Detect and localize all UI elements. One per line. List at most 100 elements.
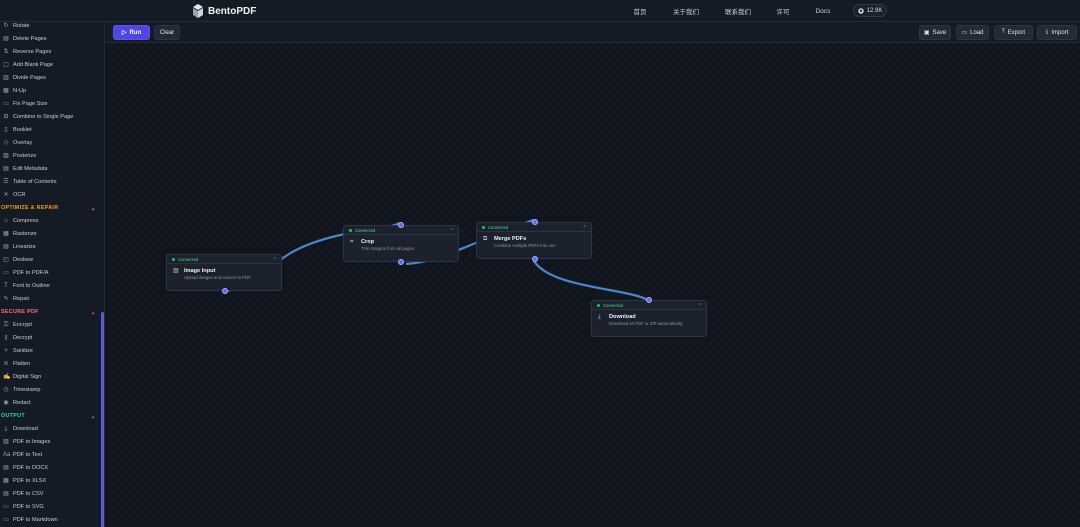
sidebar-item-label: Font to Outline (13, 283, 50, 289)
sidebar-tool-item[interactable]: ▭ PDF to PDF/A (0, 267, 100, 279)
sidebar-tool-item[interactable]: ⤓ Download (0, 423, 100, 435)
tool-icon: ⊟ (3, 114, 9, 120)
sidebar-tool-item[interactable]: ☰ Table of Contents (0, 176, 100, 188)
download-icon: ⤓ (1045, 29, 1049, 35)
close-icon[interactable]: × (273, 256, 276, 262)
output-port[interactable] (532, 256, 538, 262)
sidebar-tool-item[interactable]: ▤ Delete Pages (0, 33, 100, 45)
sidebar-item-label: Fix Page Size (13, 101, 48, 107)
save-button[interactable]: ▣ Save (919, 25, 951, 40)
close-icon[interactable]: × (450, 227, 453, 233)
sidebar-tool-item[interactable]: ▤ Linearize (0, 241, 100, 253)
tool-icon: ✍ (3, 374, 11, 380)
close-icon[interactable]: × (698, 302, 701, 308)
sidebar-tool-item[interactable]: ≋ Flatten (0, 358, 100, 370)
sidebar-item-label: Download (13, 426, 38, 432)
nav-about[interactable]: 关于我们 (673, 6, 699, 16)
category-title: SECURE PDF (1, 309, 39, 315)
sidebar-tool-item[interactable]: ◉ Redact (0, 397, 100, 409)
sidebar-item-label: PDF to DOCX (13, 465, 49, 471)
sidebar-tool-item[interactable]: ▤ PDF to DOCX (0, 462, 100, 474)
input-port[interactable] (532, 219, 538, 225)
nav-contact[interactable]: 联系我们 (725, 6, 751, 16)
output-port[interactable] (398, 259, 404, 265)
sidebar-item-label: OCR (13, 192, 26, 198)
category-secure-pdf[interactable]: SECURE PDF ⌄ (0, 306, 100, 318)
sidebar-tool-item[interactable]: ▨ Posterize (0, 150, 100, 162)
sidebar-tool-item[interactable]: ✕ OCR (0, 189, 100, 201)
sidebar-tool-item[interactable]: ◰ Deskew (0, 254, 100, 266)
close-icon[interactable]: × (583, 224, 586, 230)
play-icon: ▷ (121, 30, 127, 36)
sidebar-tool-item[interactable]: ▦ PDF to XLSX (0, 475, 100, 487)
sidebar-tool-item[interactable]: ▭ PDF to SVG (0, 501, 100, 513)
sidebar-tool-item[interactable]: ▯ Booklet (0, 124, 100, 136)
sidebar-tool-item[interactable]: ◷ Timestamp (0, 384, 100, 396)
category-output[interactable]: OUTPUT ⌄ (0, 410, 100, 422)
tool-icon: ▦ (3, 231, 9, 237)
tool-icon: ◉ (3, 400, 9, 406)
main-nav: 首页 关于我们 联系我们 许可 Docs (0, 0, 1080, 22)
image-icon: ▨ (173, 268, 179, 274)
sidebar-tool-item[interactable]: ▢ Add Blank Page (0, 59, 100, 71)
tool-icon: ▭ (3, 517, 9, 523)
sidebar-tool-item[interactable]: T Font to Outline (0, 280, 100, 292)
node-merge-pdfs[interactable]: Connected × ⧉ Merge PDFs Combine multipl… (476, 219, 592, 262)
sidebar-tool-item[interactable]: ⚷ Decrypt (0, 332, 100, 344)
sidebar-tool-item[interactable]: ⌂ Compress (0, 215, 100, 227)
sidebar-tool-item[interactable]: ▦ N-Up (0, 85, 100, 97)
nav-license[interactable]: 许可 (777, 6, 790, 16)
sidebar-tool-item[interactable]: ▭ PDF to Markdown (0, 514, 100, 526)
sidebar-tool-item[interactable]: ▦ Rasterize (0, 228, 100, 240)
sidebar-tool-item[interactable]: ⇅ Reverse Pages (0, 46, 100, 58)
nav-home[interactable]: 首页 (634, 6, 647, 16)
tool-icon: ⤓ (4, 426, 8, 432)
sidebar-item-label: PDF to SVG (13, 504, 44, 510)
nav-docs[interactable]: Docs (816, 8, 831, 15)
status-text: Connected (488, 224, 509, 230)
import-button[interactable]: ⤓ Import (1037, 25, 1077, 40)
tool-icon: ▤ (3, 166, 9, 172)
upload-icon: ⤒ (1002, 29, 1005, 35)
top-header: BentoPDF 首页 关于我们 联系我们 许可 Docs 12.9K (0, 0, 1080, 22)
sidebar-item-label: Deskew (13, 257, 33, 263)
node-title: Download (609, 314, 636, 320)
status-dot-icon (349, 228, 352, 232)
node-title: Merge PDFs (494, 236, 527, 242)
sidebar-tool-item[interactable]: ✎ Repair (0, 293, 100, 305)
sidebar-tool-item[interactable]: ▭ Fix Page Size (0, 98, 100, 110)
sidebar-item-label: PDF to XLSX (13, 478, 47, 484)
clear-button[interactable]: Clear (154, 25, 180, 40)
tool-icon: ▤ (3, 465, 9, 471)
output-port[interactable] (222, 288, 228, 294)
sidebar-tool-item[interactable]: ⊟ Combine to Single Page (0, 111, 100, 123)
input-port[interactable] (398, 222, 404, 228)
sidebar-tool-item[interactable]: ▤ Edit Metadata (0, 163, 100, 175)
sidebar-item-label: Timestamp (13, 387, 41, 393)
sidebar-tool-item[interactable]: ◇ Overlay (0, 137, 100, 149)
sidebar-tool-item[interactable]: Aa PDF to Text (0, 449, 100, 461)
sidebar-scrollbar[interactable] (101, 312, 104, 527)
workflow-canvas[interactable]: Connected × ▨ Image Input Upload images … (106, 43, 1080, 527)
load-button[interactable]: ▭ Load (956, 25, 989, 40)
node-description: Trim margins from all pages (361, 246, 415, 251)
sidebar-tool-item[interactable]: ↻ Rotate (0, 22, 100, 32)
run-button[interactable]: ▷ Run (113, 25, 150, 40)
sidebar-tool-item[interactable]: ✧ Sanitize (0, 345, 100, 357)
sidebar-tool-item[interactable]: ✍ Digital Sign (0, 371, 100, 383)
sidebar-tool-item[interactable]: ▥ Divide Pages (0, 72, 100, 84)
node-download[interactable]: Connected × ⤓ Download Download as PDF o… (591, 297, 707, 337)
category-optimize-repair[interactable]: OPTIMIZE & REPAIR ⌄ (0, 202, 100, 214)
sidebar-tool-item[interactable]: ▤ PDF to CSV (0, 488, 100, 500)
sidebar-item-label: Combine to Single Page (13, 114, 74, 120)
sidebar-tool-item[interactable]: ⚿ Encrypt (0, 319, 100, 331)
tool-icon: ▤ (3, 244, 9, 250)
github-stars-button[interactable]: 12.9K (853, 4, 887, 17)
tool-icon: ✧ (3, 348, 9, 354)
sidebar-tool-item[interactable]: ▨ PDF to Images (0, 436, 100, 448)
node-status: Connected × (167, 255, 281, 264)
node-crop[interactable]: Connected × ⌗ Crop Trim margins from all… (343, 222, 459, 265)
input-port[interactable] (646, 297, 652, 303)
node-image-input[interactable]: Connected × ▨ Image Input Upload images … (166, 254, 282, 294)
export-button[interactable]: ⤒ Export (994, 25, 1033, 40)
